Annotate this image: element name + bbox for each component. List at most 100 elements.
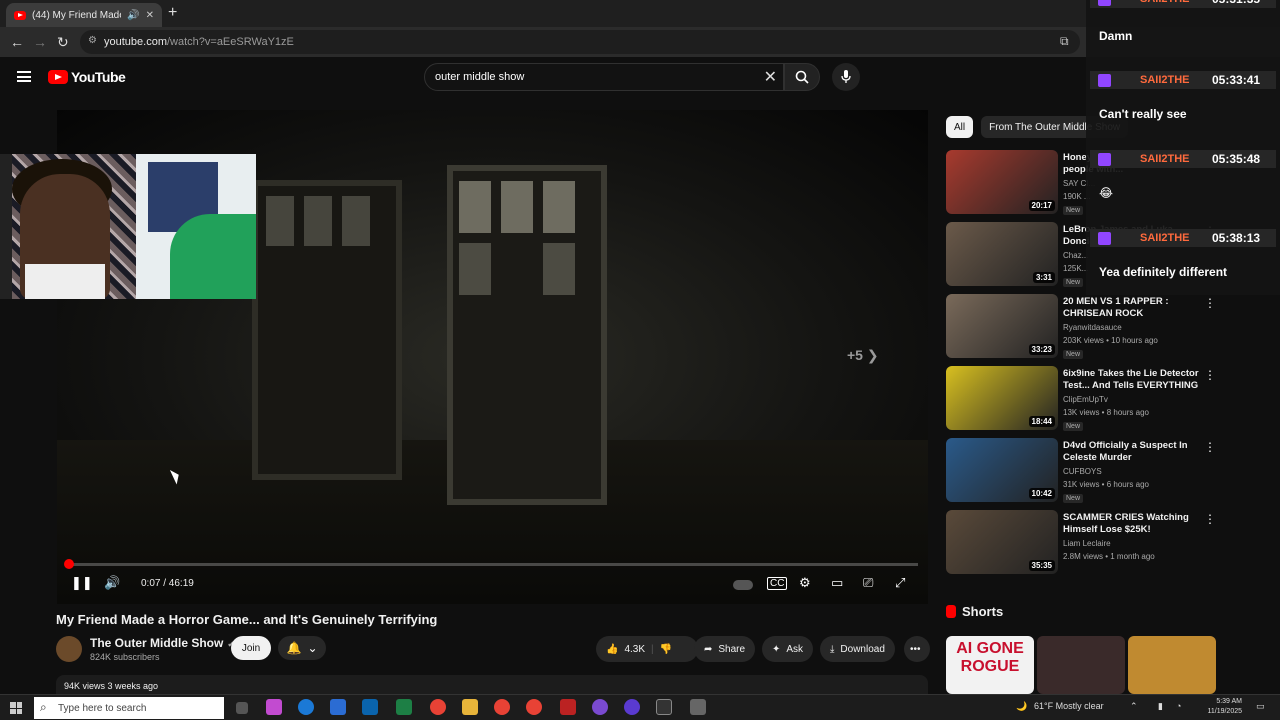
windows-start-icon[interactable] (10, 702, 22, 714)
chrome-profile-2-icon[interactable] (526, 699, 542, 715)
recommendation-item[interactable]: 18:44 6ix9ine Takes the Lie Detector Test… (946, 366, 1216, 431)
ask-button[interactable]: ✦ Ask (762, 636, 814, 662)
outlook-icon[interactable] (362, 699, 378, 715)
cast-icon[interactable]: ⎚ (863, 575, 873, 591)
excel-icon[interactable] (396, 699, 412, 715)
video-thumbnail[interactable]: 18:44 (946, 366, 1058, 430)
clear-search-icon[interactable]: ✕ (764, 67, 777, 87)
more-options-icon[interactable]: ⋮ (1204, 296, 1216, 310)
youtube-logo[interactable]: YouTube (48, 69, 126, 85)
more-options-icon[interactable]: ⋮ (1204, 368, 1216, 382)
close-tab-icon[interactable]: ✕ (146, 10, 154, 21)
menu-icon[interactable] (17, 71, 31, 82)
clock-time: 5:39 AM (1216, 698, 1242, 705)
youtube-play-icon (48, 70, 68, 84)
channel-name[interactable]: The Outer Middle Show✔ (90, 636, 235, 650)
recommendation-channel[interactable]: Ryanwitdasauce (1063, 323, 1122, 332)
more-actions-button[interactable]: ••• (904, 636, 930, 662)
task-view-icon[interactable] (236, 702, 248, 714)
app-icon[interactable] (560, 699, 576, 715)
browser-tab[interactable]: (44) My Friend Made a Horr 🔊 ✕ (6, 3, 162, 27)
recommendation-item[interactable]: 10:42 D4vd Officially a Suspect In Celest… (946, 438, 1216, 503)
like-icon[interactable]: 👍 (606, 644, 618, 655)
video-thumbnail[interactable]: 20:17 (946, 150, 1058, 214)
dislike-icon[interactable]: 👎 (660, 644, 672, 655)
search-button[interactable] (784, 63, 820, 91)
voice-search-button[interactable] (832, 63, 860, 91)
short-thumbnail[interactable] (1128, 636, 1216, 694)
recommendation-item[interactable]: 33:23 20 MEN VS 1 RAPPER : CHRISEAN ROCK R… (946, 294, 1216, 359)
video-frame-window (252, 180, 402, 480)
install-app-icon[interactable]: ⧉ (1060, 34, 1069, 49)
tray-chevron-icon[interactable]: ⌃ (1130, 701, 1138, 712)
recommendation-channel[interactable]: Liam Leclaire (1063, 539, 1111, 548)
recommendation-item[interactable]: 35:35 SCAMMER CRIES Watching Himself Lose… (946, 510, 1216, 574)
join-button[interactable]: Join (231, 636, 271, 660)
taskbar-search-input[interactable]: ⌕ Type here to search (34, 697, 224, 719)
file-explorer-icon[interactable] (462, 699, 478, 715)
channel-avatar[interactable] (56, 636, 82, 662)
app-3-icon[interactable] (690, 699, 706, 715)
captions-icon[interactable]: CC (767, 577, 788, 590)
weather-text[interactable]: 61°F Mostly clear (1034, 701, 1104, 711)
edge-icon[interactable] (298, 699, 314, 715)
chip-all[interactable]: All (946, 116, 974, 138)
share-button[interactable]: ➦ Share (694, 636, 756, 662)
chat-message-header: SAII2THE 05:35:48 (1090, 150, 1276, 168)
forward-icon[interactable]: → (33, 34, 47, 50)
recommendation-channel[interactable]: CUFBOYS (1063, 467, 1102, 476)
speaker-icon[interactable]: 🔊 (127, 10, 139, 21)
search-input[interactable]: outer middle show ✕ (424, 63, 784, 91)
chrome-profile-icon[interactable] (494, 699, 510, 715)
clock-date: 11/19/2025 (1207, 708, 1242, 715)
short-thumbnail[interactable] (1037, 636, 1125, 694)
search-icon: ⌕ (40, 700, 47, 714)
download-button[interactable]: ⤓ Download (820, 636, 895, 662)
site-info-icon[interactable]: ⚙ (88, 35, 97, 46)
autoplay-toggle[interactable] (733, 580, 753, 590)
clock[interactable]: 5:39 AM 11/19/2025 (1200, 697, 1242, 717)
more-options-icon[interactable]: ⋮ (1204, 512, 1216, 526)
weather-icon[interactable]: 🌙 (1016, 701, 1027, 712)
like-count[interactable]: 4.3K (624, 644, 645, 655)
miniplayer-icon[interactable]: ▭ (831, 575, 843, 591)
url-field[interactable]: ⚙ youtube.com/watch?v=aEeSRWaY1zE (80, 30, 1080, 54)
progress-bar[interactable] (64, 559, 918, 569)
more-options-icon[interactable]: ⋮ (1204, 440, 1216, 454)
chevron-down-icon: ⌄ (307, 641, 318, 655)
like-dislike-group: 👍 4.3K | 👎 (596, 636, 698, 662)
description-box[interactable]: 94K views 3 weeks ago (56, 675, 928, 695)
network-icon[interactable]: ◔ (1176, 701, 1181, 711)
recommendation-title[interactable]: D4vd Officially a Suspect In Celeste Mur… (1063, 440, 1205, 464)
recommendation-title[interactable]: 20 MEN VS 1 RAPPER : CHRISEAN ROCK (1063, 296, 1205, 320)
epic-games-icon[interactable] (656, 699, 672, 715)
video-thumbnail[interactable]: 10:42 (946, 438, 1058, 502)
store-icon[interactable] (330, 699, 346, 715)
notifications-button[interactable]: 🔔 ⌄ (278, 636, 326, 660)
video-thumbnail[interactable]: 35:35 (946, 510, 1058, 574)
recommendation-channel[interactable]: Chaz... (1063, 251, 1088, 260)
fullscreen-icon[interactable]: ⤢ (895, 575, 905, 591)
notifications-icon[interactable]: ▭ (1256, 701, 1265, 712)
pause-icon[interactable]: ❚❚ (71, 575, 93, 591)
copilot-icon[interactable] (266, 699, 282, 715)
duration-badge: 10:42 (1028, 488, 1055, 499)
new-tab-button[interactable]: + (168, 4, 177, 22)
app-2-icon[interactable] (624, 699, 640, 715)
volume-icon[interactable]: 🔊 (104, 575, 120, 591)
player-controls: ❚❚ 🔊 0:07 / 46:19 CC ⚙ ▭ ⎚ ⤢ (57, 572, 928, 596)
video-thumbnail[interactable]: 33:23 (946, 294, 1058, 358)
recommendation-title[interactable]: SCAMMER CRIES Watching Himself Lose $25K… (1063, 512, 1205, 536)
back-icon[interactable]: ← (10, 34, 24, 50)
battery-icon[interactable]: ▮ (1158, 701, 1163, 712)
recommendation-channel[interactable]: ClipEmUpTv (1063, 395, 1108, 404)
settings-gear-icon[interactable]: ⚙ (799, 575, 811, 591)
chat-timestamp: 05:33:41 (1212, 73, 1261, 87)
chrome-icon[interactable] (430, 699, 446, 715)
url-domain: youtube.com (104, 36, 167, 48)
obs-icon[interactable] (592, 699, 608, 715)
recommendation-title[interactable]: 6ix9ine Takes the Lie Detector Test... A… (1063, 368, 1205, 392)
reload-icon[interactable]: ↻ (57, 34, 69, 51)
short-thumbnail[interactable]: AI GONE ROGUE (946, 636, 1034, 694)
video-thumbnail[interactable]: 3:31 (946, 222, 1058, 286)
